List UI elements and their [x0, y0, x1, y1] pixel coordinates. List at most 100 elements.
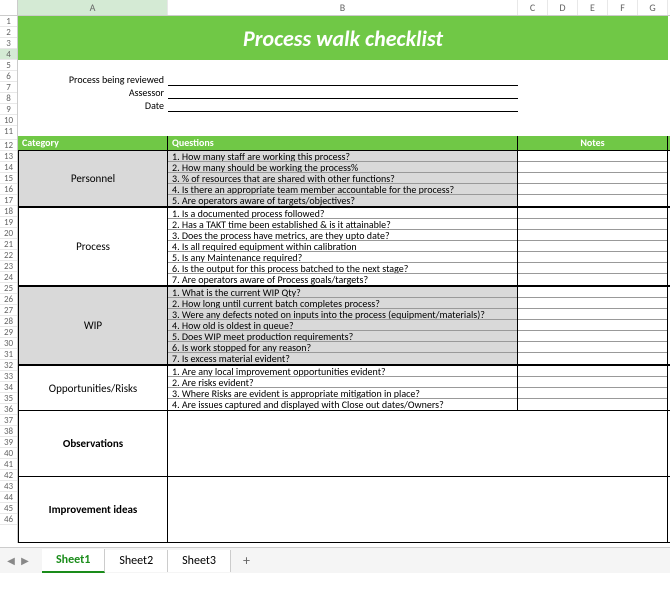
- col-header-e[interactable]: E: [578, 0, 608, 15]
- row-header-8[interactable]: 8: [0, 93, 17, 104]
- notes-cell[interactable]: [518, 263, 667, 274]
- row-header-17[interactable]: 17: [0, 195, 17, 206]
- category-cell[interactable]: Process: [18, 208, 168, 285]
- question-cell[interactable]: 5. Is any Maintenance required?: [168, 252, 517, 263]
- row-header-3[interactable]: 3: [0, 38, 17, 49]
- row-header-2[interactable]: 2: [0, 27, 17, 38]
- category-cell[interactable]: Opportunities/Risks: [18, 366, 168, 410]
- row-header-37[interactable]: 37: [0, 415, 17, 426]
- col-header-d[interactable]: D: [548, 0, 578, 15]
- question-cell[interactable]: 1. What is the current WIP Qty?: [168, 287, 517, 298]
- sheet-tab-2[interactable]: Sheet2: [105, 550, 168, 572]
- row-header-23[interactable]: 23: [0, 261, 17, 272]
- notes-cell[interactable]: [518, 342, 667, 353]
- question-cell[interactable]: 6. Is the output for this process batche…: [168, 263, 517, 274]
- row-header-24[interactable]: 24: [0, 272, 17, 283]
- notes-cell[interactable]: [518, 230, 667, 241]
- notes-cell[interactable]: [518, 274, 667, 285]
- question-cell[interactable]: 7. Are operators aware of Process goals/…: [168, 274, 517, 285]
- row-header-18[interactable]: 18: [0, 206, 17, 217]
- row-header-31[interactable]: 31: [0, 349, 17, 360]
- process-input-line[interactable]: [168, 75, 518, 86]
- row-header-30[interactable]: 30: [0, 338, 17, 349]
- row-header-41[interactable]: 41: [0, 459, 17, 470]
- question-cell[interactable]: 5. Are operators aware of targets/object…: [168, 195, 517, 206]
- row-header-42[interactable]: 42: [0, 470, 17, 481]
- row-header-11[interactable]: 11: [0, 126, 17, 140]
- row-header-4[interactable]: 4: [0, 49, 17, 60]
- question-cell[interactable]: 4. Are issues captured and displayed wit…: [168, 399, 517, 410]
- notes-cell[interactable]: [518, 287, 667, 298]
- row-header-7[interactable]: 7: [0, 82, 17, 93]
- row-header-46[interactable]: 46: [0, 514, 17, 525]
- category-cell[interactable]: WIP: [18, 287, 168, 364]
- tab-next-icon[interactable]: ▶: [18, 554, 32, 567]
- row-header-9[interactable]: 9: [0, 104, 17, 115]
- row-header-26[interactable]: 26: [0, 294, 17, 305]
- question-cell[interactable]: 3. Does the process have metrics, are th…: [168, 230, 517, 241]
- col-header-b[interactable]: B: [168, 0, 518, 15]
- row-header-45[interactable]: 45: [0, 503, 17, 514]
- question-cell[interactable]: 7. Is excess material evident?: [168, 353, 517, 364]
- row-header-21[interactable]: 21: [0, 239, 17, 250]
- question-cell[interactable]: 1. How many staff are working this proce…: [168, 151, 517, 162]
- notes-cell[interactable]: [518, 377, 667, 388]
- notes-cell[interactable]: [518, 219, 667, 230]
- row-header-15[interactable]: 15: [0, 173, 17, 184]
- row-header-19[interactable]: 19: [0, 217, 17, 228]
- date-input-line[interactable]: [168, 101, 518, 112]
- category-cell[interactable]: Personnel: [18, 151, 168, 206]
- notes-cell[interactable]: [518, 252, 667, 263]
- tab-prev-icon[interactable]: ◀: [4, 554, 18, 567]
- col-header-a[interactable]: A: [18, 0, 168, 15]
- freeform-cell[interactable]: [168, 477, 668, 542]
- row-header-6[interactable]: 6: [0, 71, 17, 82]
- notes-cell[interactable]: [518, 320, 667, 331]
- sheet-tab-3[interactable]: Sheet3: [168, 550, 231, 572]
- row-header-16[interactable]: 16: [0, 184, 17, 195]
- sheet-tab-1[interactable]: Sheet1: [42, 549, 105, 573]
- assessor-input-line[interactable]: [168, 88, 518, 99]
- notes-cell[interactable]: [518, 173, 667, 184]
- question-cell[interactable]: 2. How many should be working the proces…: [168, 162, 517, 173]
- row-header-20[interactable]: 20: [0, 228, 17, 239]
- question-cell[interactable]: 3. % of resources that are shared with o…: [168, 173, 517, 184]
- row-header-36[interactable]: 36: [0, 404, 17, 415]
- freeform-cell[interactable]: [168, 411, 668, 476]
- category-cell[interactable]: Improvement ideas: [18, 477, 168, 542]
- question-cell[interactable]: 4. How old is oldest in queue?: [168, 320, 517, 331]
- question-cell[interactable]: 3. Where Risks are evident is appropriat…: [168, 388, 517, 399]
- question-cell[interactable]: 5. Does WIP meet production requirements…: [168, 331, 517, 342]
- notes-cell[interactable]: [518, 151, 667, 162]
- question-cell[interactable]: 2. How long until current batch complete…: [168, 298, 517, 309]
- notes-cell[interactable]: [518, 366, 667, 377]
- row-header-43[interactable]: 43: [0, 481, 17, 492]
- question-cell[interactable]: 4. Is all required equipment within cali…: [168, 241, 517, 252]
- sheet-content[interactable]: Process walk checklist Process being rev…: [18, 16, 670, 543]
- row-header-38[interactable]: 38: [0, 426, 17, 437]
- notes-cell[interactable]: [518, 331, 667, 342]
- notes-cell[interactable]: [518, 184, 667, 195]
- add-sheet-button[interactable]: +: [231, 548, 262, 573]
- question-cell[interactable]: 3. Were any defects noted on inputs into…: [168, 309, 517, 320]
- notes-cell[interactable]: [518, 195, 667, 206]
- row-header-39[interactable]: 39: [0, 437, 17, 448]
- notes-cell[interactable]: [518, 241, 667, 252]
- col-header-g[interactable]: G: [638, 0, 668, 15]
- notes-cell[interactable]: [518, 162, 667, 173]
- notes-cell[interactable]: [518, 399, 667, 410]
- row-header-25[interactable]: 25: [0, 283, 17, 294]
- row-header-22[interactable]: 22: [0, 250, 17, 261]
- row-header-32[interactable]: 32: [0, 360, 17, 371]
- select-all-corner[interactable]: [0, 0, 18, 15]
- row-header-14[interactable]: 14: [0, 162, 17, 173]
- row-header-12[interactable]: 12: [0, 140, 17, 151]
- category-cell[interactable]: Observations: [18, 411, 168, 476]
- notes-cell[interactable]: [518, 298, 667, 309]
- row-header-27[interactable]: 27: [0, 305, 17, 316]
- question-cell[interactable]: 2. Are risks evident?: [168, 377, 517, 388]
- question-cell[interactable]: 1. Are any local improvement opportuniti…: [168, 366, 517, 377]
- notes-cell[interactable]: [518, 388, 667, 399]
- notes-cell[interactable]: [518, 309, 667, 320]
- notes-cell[interactable]: [518, 208, 667, 219]
